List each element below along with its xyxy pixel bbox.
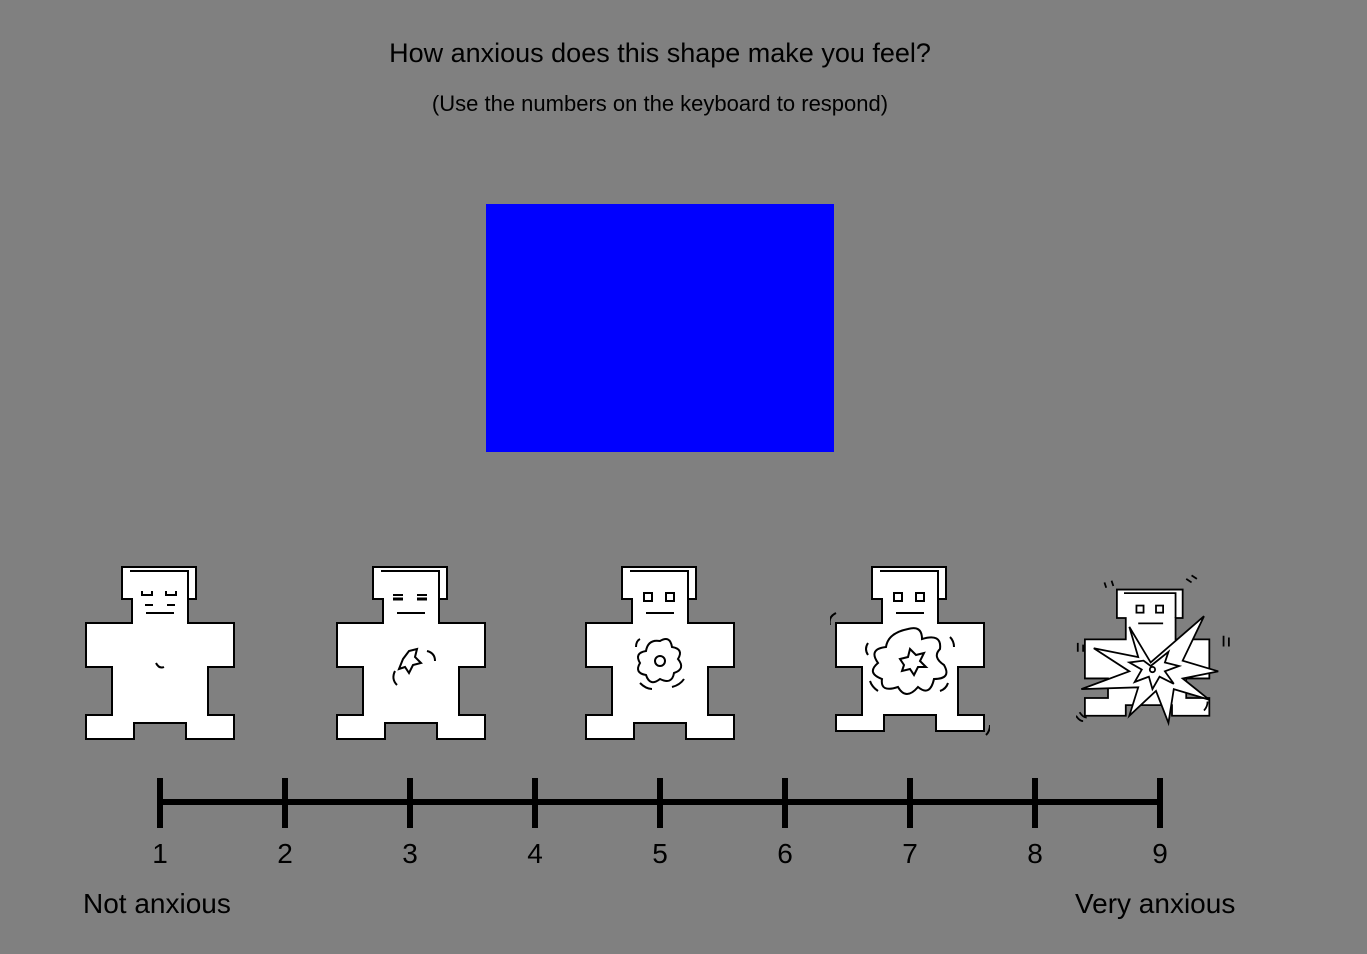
slightly-anxious-manikin-icon — [336, 566, 486, 740]
scale-tick-label-2: 2 — [277, 838, 293, 869]
anxious-manikin-icon — [830, 566, 990, 736]
scale-tick-label-5: 5 — [652, 838, 668, 869]
moderately-anxious-manikin-icon — [585, 566, 735, 740]
scale-tick-label-9: 9 — [1152, 838, 1168, 869]
scale-tick-label-6: 6 — [777, 838, 793, 869]
rating-scale — [157, 778, 1163, 828]
high-anchor-label: Very anxious — [1075, 888, 1236, 919]
scale-tick-label-1: 1 — [152, 838, 168, 869]
question-text: How anxious does this shape make you fee… — [389, 38, 931, 68]
low-anchor-label: Not anxious — [83, 888, 231, 919]
stimulus-rectangle — [486, 204, 834, 452]
exploding-manikin-icon — [1076, 574, 1230, 727]
scale-tick-label-8: 8 — [1027, 838, 1043, 869]
scale-tick-label-3: 3 — [402, 838, 418, 869]
instruction-text: (Use the numbers on the keyboard to resp… — [431, 91, 889, 116]
scale-tick-label-7: 7 — [902, 838, 918, 869]
calm-manikin-icon — [85, 566, 235, 740]
scale-tick-label-4: 4 — [527, 838, 543, 869]
